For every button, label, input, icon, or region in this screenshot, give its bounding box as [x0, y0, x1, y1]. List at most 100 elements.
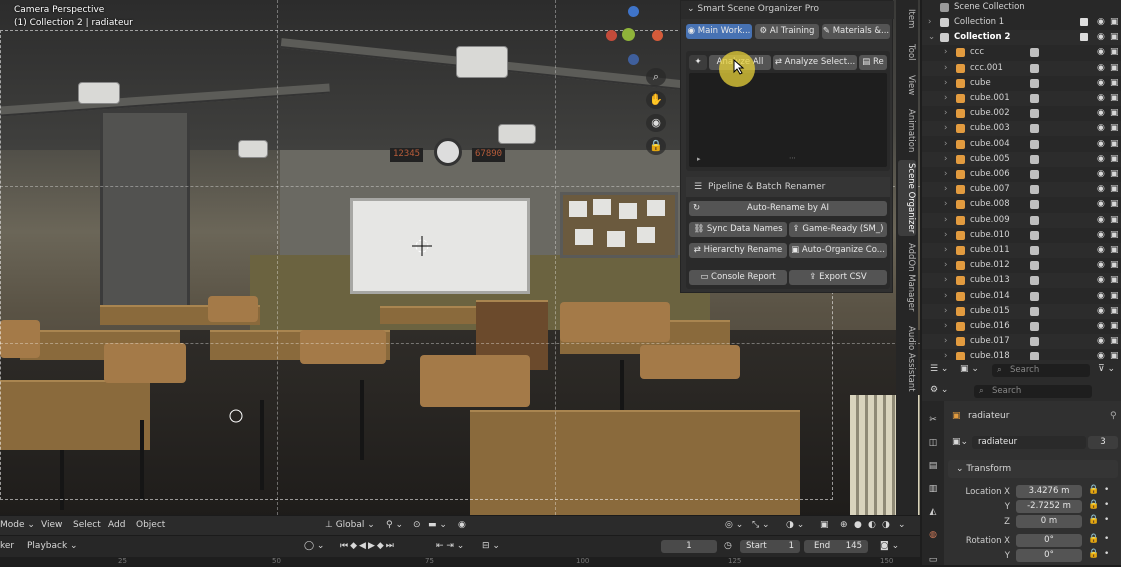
material-shading-icon[interactable]: ◐: [868, 520, 876, 530]
wireframe-shading-icon[interactable]: ⊕: [840, 520, 848, 530]
outliner-object-row[interactable]: › cube.012 ◉ ▣: [922, 258, 1121, 273]
mesh-data-icon[interactable]: [1030, 246, 1039, 255]
output-tab-icon[interactable]: ▤: [926, 459, 940, 473]
world-tab-icon[interactable]: ◍: [926, 528, 940, 542]
keyframe-nav-icon[interactable]: ⇤ ⇥ ⌄: [436, 541, 464, 551]
outliner-root[interactable]: Scene Collection: [922, 0, 1121, 15]
overlays-icon[interactable]: ◑ ⌄: [786, 520, 804, 530]
hierarchy-rename-button[interactable]: ⇄ Hierarchy Rename: [689, 243, 787, 258]
gizmo-x-icon[interactable]: [652, 30, 663, 41]
gizmo-z-neg-icon[interactable]: [628, 54, 639, 65]
render-camera-icon[interactable]: ▣: [1110, 45, 1119, 60]
eye-icon[interactable]: ◉: [1097, 45, 1105, 60]
collapse-chevron-icon[interactable]: ⌄: [687, 4, 695, 14]
chevron-right-icon[interactable]: ›: [944, 45, 947, 60]
outliner-object-row[interactable]: › cube.002 ◉ ▣: [922, 106, 1121, 121]
chevron-right-icon[interactable]: ›: [944, 213, 947, 228]
mesh-data-icon[interactable]: [1030, 337, 1039, 347]
analysis-output-list[interactable]: [689, 73, 887, 167]
data-browse-icon[interactable]: ▣⌄: [952, 437, 968, 447]
render-camera-icon[interactable]: ▣: [1110, 304, 1119, 319]
render-camera-icon[interactable]: ▣: [1110, 76, 1119, 91]
location-y-field[interactable]: -2.7252 m: [1016, 500, 1082, 513]
outliner-object-row[interactable]: › cube.015 ◉ ▣: [922, 303, 1121, 319]
tab-tool[interactable]: Tool: [898, 38, 916, 66]
end-frame-field[interactable]: End 145: [804, 540, 868, 553]
mesh-data-icon[interactable]: [1030, 291, 1039, 301]
chevron-right-icon[interactable]: ›: [944, 289, 947, 304]
tab-animation[interactable]: Animation: [898, 106, 916, 156]
outliner-object-row[interactable]: › cube.009 ◉ ▣: [922, 212, 1121, 228]
render-camera-icon[interactable]: ▣: [1110, 137, 1119, 152]
rotation-y-field[interactable]: 0°: [1016, 549, 1082, 562]
pin-icon[interactable]: ⚲: [1110, 411, 1117, 421]
outliner-object-row[interactable]: › cube.004 ◉ ▣: [922, 137, 1121, 152]
lock-icon[interactable]: 🔒: [1088, 485, 1099, 495]
exclude-checkbox[interactable]: [1080, 33, 1088, 42]
shading-options-icon[interactable]: ⌄: [898, 520, 906, 530]
pan-hand-icon[interactable]: ✋: [646, 91, 666, 109]
mesh-data-icon[interactable]: [1030, 230, 1039, 240]
analyze-selected-button[interactable]: ⇄ Analyze Select...: [773, 55, 857, 70]
outliner-collection-row[interactable]: ⌄ Collection 2 ◉ ▣: [922, 30, 1121, 46]
users-count[interactable]: 3: [1088, 436, 1118, 449]
chevron-right-icon[interactable]: ›: [944, 61, 947, 76]
transform-panel-header[interactable]: ⌄ Transform: [948, 460, 1118, 478]
start-frame-field[interactable]: Start 1: [740, 540, 800, 553]
chevron-right-icon[interactable]: ›: [944, 106, 947, 121]
location-x-field[interactable]: 3.4276 m: [1016, 485, 1082, 498]
chevron-right-icon[interactable]: ›: [944, 76, 947, 91]
export-csv-button[interactable]: ⇪ Export CSV: [789, 270, 887, 285]
chevron-right-icon[interactable]: ›: [944, 273, 947, 288]
lock-icon[interactable]: 🔒: [1088, 515, 1099, 525]
keyframe-dot-icon[interactable]: •: [1104, 549, 1109, 559]
timeline-menu-keying[interactable]: ker: [0, 541, 14, 551]
outliner-object-row[interactable]: › cube.007 ◉ ▣: [922, 182, 1121, 198]
solid-shading-icon[interactable]: ●: [854, 520, 862, 530]
editor-type-icon[interactable]: ⚙ ⌄: [930, 385, 948, 395]
eye-icon[interactable]: ◉: [1097, 304, 1105, 319]
render-camera-icon[interactable]: ▣: [1110, 106, 1119, 121]
addon-panel-header[interactable]: ⌄ Smart Scene Organizer Pro: [681, 1, 894, 19]
mesh-data-icon[interactable]: [1030, 109, 1039, 119]
tool-tab-icon[interactable]: ✂: [926, 413, 940, 427]
outliner-object-row[interactable]: › cube.006 ◉ ▣: [922, 167, 1121, 182]
render-camera-icon[interactable]: ▣: [1110, 243, 1119, 258]
eye-icon[interactable]: ◉: [1097, 182, 1105, 197]
mesh-data-icon[interactable]: [1030, 48, 1039, 58]
rendered-shading-icon[interactable]: ◑: [882, 520, 890, 530]
outliner-object-row[interactable]: › cube.003 ◉ ▣: [922, 121, 1121, 137]
exclude-checkbox[interactable]: [1080, 18, 1088, 26]
outliner-object-row[interactable]: › cube.008 ◉ ▣: [922, 197, 1121, 212]
chevron-right-icon[interactable]: ›: [928, 15, 931, 30]
eye-icon[interactable]: ◉: [1097, 121, 1105, 136]
zoom-icon[interactable]: ⌕: [646, 68, 666, 86]
eye-icon[interactable]: ◉: [1097, 76, 1105, 91]
mesh-data-icon[interactable]: [1030, 154, 1039, 164]
tab-addon-manager[interactable]: AddOn Manager: [898, 242, 916, 312]
chevron-right-icon[interactable]: ›: [944, 182, 947, 197]
tab-ai-training[interactable]: ⚙ AI Training: [755, 24, 819, 39]
renamer-section-header[interactable]: ☰ Pipeline & Batch Renamer: [686, 177, 890, 197]
timeline-ruler[interactable]: 25 50 75 100 125 150: [0, 557, 920, 565]
outliner-object-row[interactable]: › cube.014 ◉ ▣: [922, 289, 1121, 304]
tab-materials[interactable]: ✎ Materials &...: [822, 24, 890, 39]
lock-icon[interactable]: 🔒: [1088, 534, 1099, 544]
eye-icon[interactable]: ◉: [1097, 137, 1105, 152]
render-camera-icon[interactable]: ▣: [1110, 213, 1119, 228]
eye-icon[interactable]: ◉: [1097, 258, 1105, 273]
chevron-right-icon[interactable]: ›: [944, 228, 947, 243]
chevron-right-icon[interactable]: ›: [944, 197, 947, 212]
eye-icon[interactable]: ◉: [1097, 106, 1105, 121]
render-camera-icon[interactable]: ▣: [1110, 258, 1119, 273]
re-button[interactable]: ▤ Re: [859, 55, 887, 70]
mesh-data-icon[interactable]: [1030, 170, 1039, 179]
outliner-object-row[interactable]: › ccc.001 ◉ ▣: [922, 60, 1121, 76]
tab-main-work[interactable]: ◉ Main Work...: [686, 24, 752, 39]
mesh-data-icon[interactable]: [1030, 261, 1039, 271]
render-camera-icon[interactable]: ▣: [1110, 182, 1119, 197]
mesh-data-icon[interactable]: [1030, 200, 1039, 210]
gizmo-z-icon[interactable]: [628, 6, 639, 17]
render-camera-icon[interactable]: ▣: [1110, 228, 1119, 243]
location-z-field[interactable]: 0 m: [1016, 515, 1082, 528]
